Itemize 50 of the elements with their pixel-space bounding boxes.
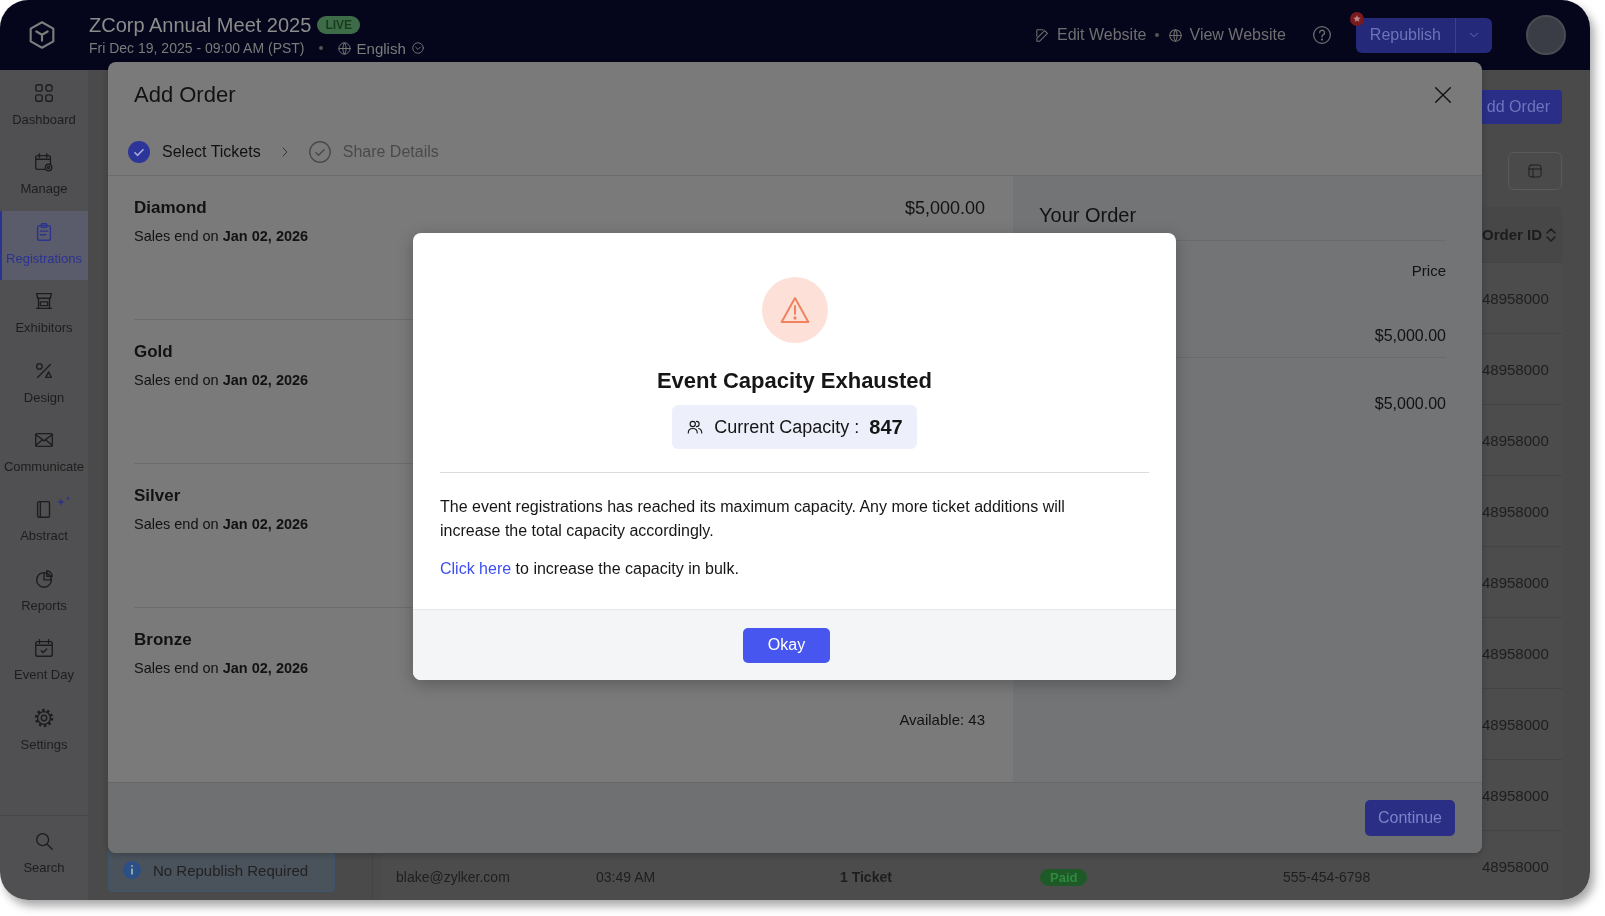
availability-text: Available: 43 <box>899 710 985 730</box>
event-title: ZCorp Annual Meet 2025 <box>89 13 312 37</box>
sales-end-text: Sales end on Jan 02, 2026 <box>134 227 309 246</box>
grid-icon <box>33 82 55 104</box>
order-price: $5,000.00 <box>1374 326 1446 346</box>
sort-icon <box>1545 226 1557 243</box>
info-icon <box>123 861 141 879</box>
globe-icon <box>1166 26 1184 44</box>
sales-end-text: Sales end on Jan 02, 2026 <box>134 515 309 534</box>
capacity-value: 847 <box>869 415 903 439</box>
bulk-capacity-text: Click here to increase the capacity in bulk. <box>440 559 740 579</box>
language-selector[interactable]: English <box>336 39 425 57</box>
chevron-down-icon <box>410 41 425 55</box>
calendar-check-icon <box>33 637 55 660</box>
help-icon[interactable] <box>1311 25 1332 45</box>
search-icon <box>33 830 55 852</box>
continue-button[interactable]: Continue <box>1364 800 1455 836</box>
capacity-label: Current Capacity : <box>714 416 860 438</box>
globe-icon <box>336 40 352 56</box>
warning-icon <box>778 295 811 325</box>
ticket-price: $5,000.00 <box>904 197 985 220</box>
close-button[interactable] <box>1432 84 1454 106</box>
close-icon <box>1432 84 1454 106</box>
website-link[interactable]: View Website <box>1166 26 1286 44</box>
ticket-name: Silver <box>134 485 181 507</box>
modal-title: Add Order <box>134 81 236 109</box>
sales-end-text: Sales end on Jan 02, 2026 <box>134 371 309 390</box>
okay-button[interactable]: Okay <box>743 627 830 663</box>
avatar[interactable] <box>1526 15 1566 55</box>
click-here-link[interactable]: Click here <box>440 560 512 577</box>
order-price: $5,000.00 <box>1374 394 1446 414</box>
column-header: Price <box>1411 261 1446 279</box>
alert-message: The event registrations has reached its maximum capacity. Any more ticket additions will increase the total capacity accordingly. <box>440 497 1066 541</box>
alert-title: Event Capacity Exhausted <box>656 367 933 395</box>
ticket-name: Gold <box>134 341 173 363</box>
ticket-name: Bronze <box>134 629 192 651</box>
columns-icon <box>1527 163 1543 179</box>
calendar-gear-icon <box>33 151 55 174</box>
event-datetime: Fri Dec 19, 2025 - 09:00 AM (PST) <box>89 40 305 56</box>
website-link[interactable]: Edit Website <box>1033 26 1147 44</box>
pie-chart-icon <box>33 567 55 590</box>
edit-icon <box>1033 26 1051 44</box>
notice-text: No Republish Required <box>153 861 309 879</box>
sales-end-text: Sales end on Jan 02, 2026 <box>134 659 309 678</box>
people-icon <box>686 418 705 436</box>
settings-icon <box>33 706 55 729</box>
ticket-name: Diamond <box>134 197 207 219</box>
star-badge-icon <box>1349 11 1364 26</box>
republish-button[interactable]: Republish <box>1355 17 1492 53</box>
step-tab[interactable]: Select Tickets <box>128 140 261 163</box>
